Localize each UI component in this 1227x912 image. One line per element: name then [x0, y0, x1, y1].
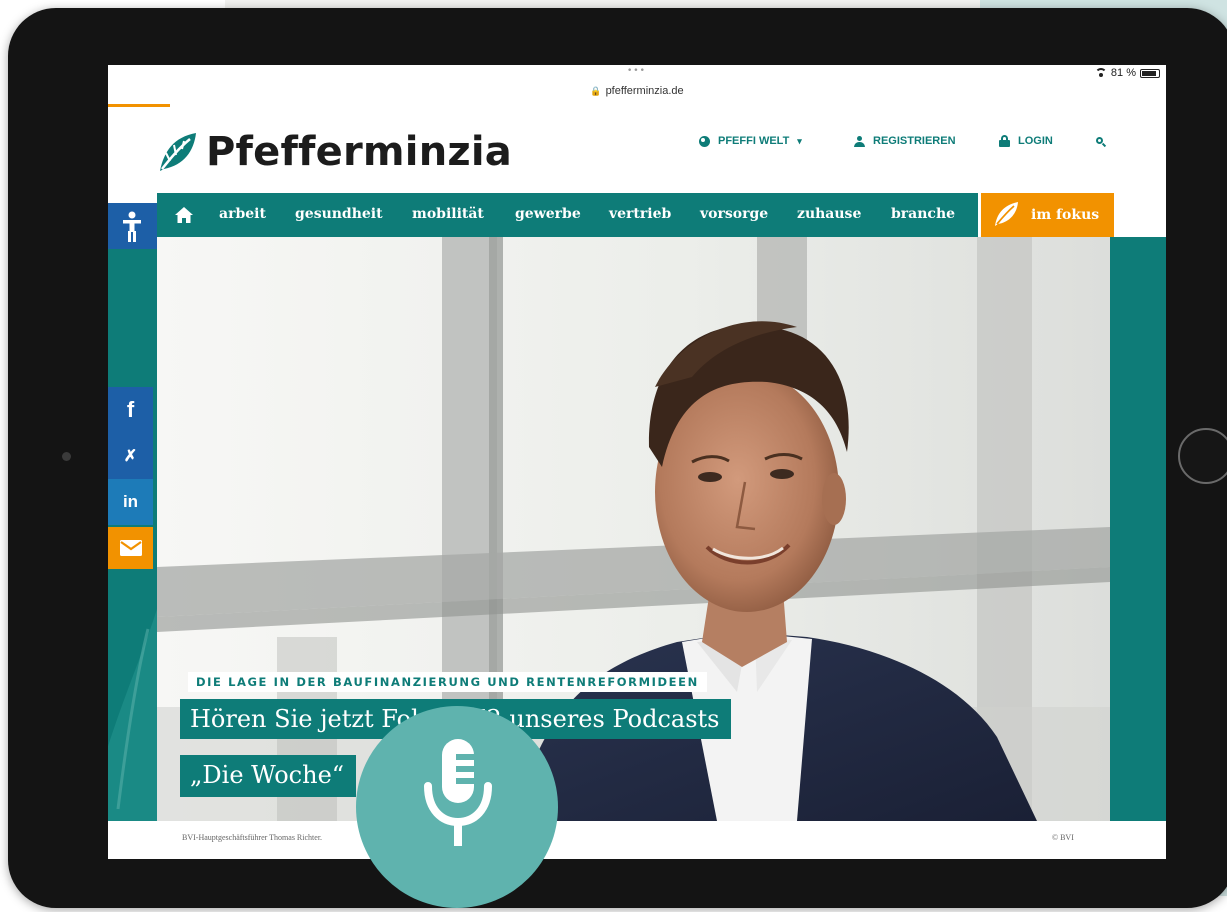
nav-item-branche[interactable]: branche	[891, 206, 955, 222]
mint-leaf-icon	[995, 202, 1018, 226]
im-fokus-label: im fokus	[1031, 207, 1100, 223]
xing-icon: ✗	[123, 448, 138, 465]
camera	[62, 452, 71, 461]
address-bar[interactable]: 🔒 pfefferminzia.de	[108, 85, 1166, 97]
user-icon	[854, 135, 865, 147]
microphone-icon	[424, 739, 492, 846]
share-linkedin-button[interactable]: in	[108, 479, 153, 525]
system-status: 81 %	[1094, 67, 1160, 79]
email-icon	[119, 540, 142, 556]
loading-indicator	[108, 104, 170, 107]
nav-item-arbeit[interactable]: arbeit	[219, 206, 266, 222]
register-link[interactable]: REGISTRIEREN	[854, 135, 956, 147]
nav-item-zuhause[interactable]: zuhause	[797, 206, 861, 222]
linkedin-icon: in	[122, 492, 139, 511]
tablet-screen: ••• 🔒 pfefferminzia.de 81 % Pfefferminzia	[108, 65, 1166, 859]
share-email-button[interactable]	[108, 527, 153, 569]
nav-item-vorsorge[interactable]: vorsorge	[700, 206, 768, 222]
hero-kicker: DIE LAGE IN DER BAUFINANZIERUNG UND RENT…	[188, 672, 707, 692]
accessibility-icon	[123, 211, 141, 242]
browser-status-bar: ••• 🔒 pfefferminzia.de 81 %	[108, 65, 1166, 103]
home-button[interactable]	[1178, 428, 1227, 484]
podcast-badge	[356, 706, 558, 908]
nav-item-vertrieb[interactable]: vertrieb	[609, 206, 671, 222]
hero-headline-line2[interactable]: „Die Woche“	[180, 755, 357, 797]
chevron-down-icon: ▾	[797, 135, 802, 146]
tablet-frame: ••• 🔒 pfefferminzia.de 81 % Pfefferminzia	[8, 8, 1227, 908]
pfeffi-welt-label: PFEFFI WELT	[718, 135, 790, 147]
main-navigation: arbeit gesundheit mobilität gewerbe vert…	[157, 193, 978, 237]
login-link[interactable]: LOGIN	[999, 135, 1053, 147]
wifi-icon	[1094, 68, 1107, 78]
share-facebook-button[interactable]: f	[108, 387, 153, 433]
lock-icon: 🔒	[590, 86, 602, 96]
image-caption: BVI-Hauptgeschäftsführer Thomas Richter.	[182, 833, 323, 842]
register-label: REGISTRIEREN	[873, 135, 956, 147]
nav-item-gesundheit[interactable]: gesundheit	[295, 206, 383, 222]
tab-dots[interactable]: •••	[627, 66, 646, 76]
pfeffi-welt-menu[interactable]: PFEFFI WELT ▾	[699, 135, 802, 147]
nav-item-gewerbe[interactable]: gewerbe	[515, 206, 581, 222]
facebook-icon: f	[126, 397, 135, 422]
nav-item-im-fokus[interactable]: im fokus	[981, 193, 1114, 237]
lock-icon	[999, 135, 1010, 147]
image-credit: © BVI	[1052, 833, 1074, 842]
battery-icon	[1140, 68, 1160, 78]
search-icon	[1096, 137, 1106, 147]
search-button[interactable]	[1096, 137, 1106, 147]
globe-icon	[699, 135, 710, 147]
share-xing-button[interactable]: ✗	[108, 433, 153, 479]
logo-text: Pfefferminzia	[206, 129, 512, 175]
url-text: pfefferminzia.de	[605, 85, 684, 97]
right-decorative-panel	[1110, 237, 1166, 821]
accessibility-button[interactable]	[108, 203, 157, 249]
login-label: LOGIN	[1018, 135, 1053, 147]
site-logo[interactable]: Pfefferminzia	[156, 129, 512, 175]
home-icon[interactable]	[174, 206, 194, 224]
nav-item-mobilitaet[interactable]: mobilität	[412, 206, 484, 222]
battery-percent: 81 %	[1110, 67, 1136, 79]
mint-leaf-icon	[160, 133, 196, 171]
